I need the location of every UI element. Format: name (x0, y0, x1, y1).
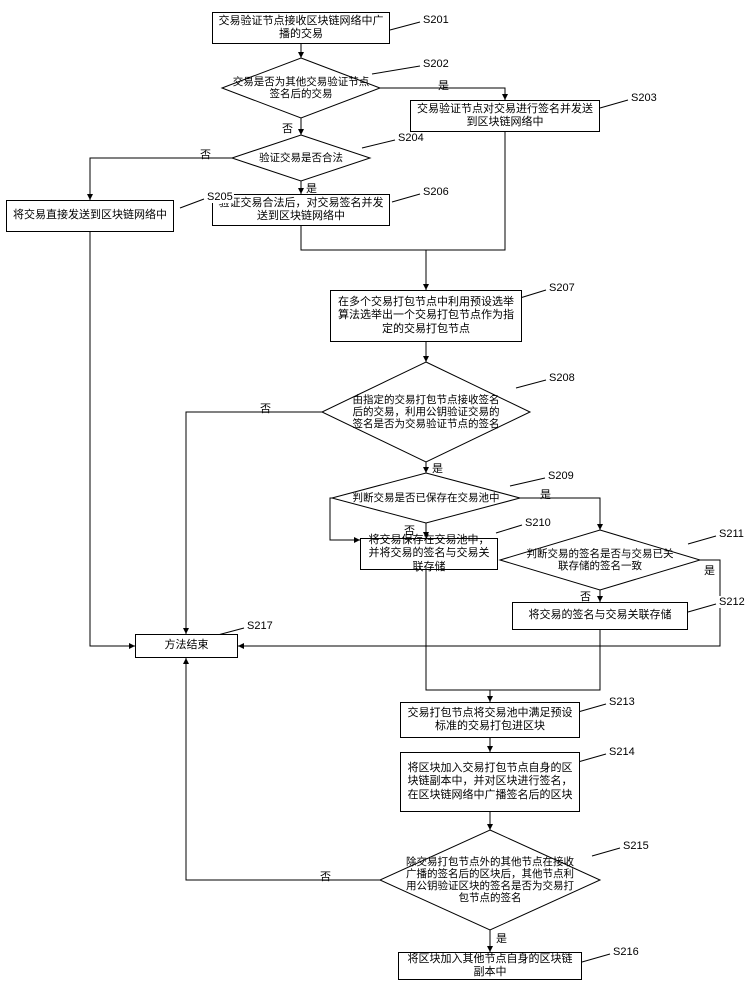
edge-no: 否 (404, 522, 415, 538)
text: 判断交易的签名是否与交易已关联存储的签名一致 (500, 548, 700, 572)
step-s216: 将区块加入其他节点自身的区块链副本中 (398, 952, 582, 980)
text: 方法结束 (165, 639, 209, 652)
text: 验证交易是否合法 (249, 152, 353, 164)
step-s210: 将交易保存在交易池中，并将交易的签名与交易关联存储 (360, 538, 498, 570)
step-s207: 在多个交易打包节点中利用预设选举算法选举出一个交易打包节点作为指定的交易打包节点 (330, 290, 522, 342)
edge-yes: 是 (438, 77, 449, 93)
edge-yes: 是 (540, 486, 551, 502)
edge-yes: 是 (432, 460, 443, 476)
step-s206: 验证交易合法后，对交易签名并发送到区块链网络中 (212, 194, 390, 226)
step-s212: 将交易的签名与交易关联存储 (512, 602, 688, 630)
step-s201: 交易验证节点接收区块链网络中广播的交易 (212, 12, 390, 44)
text: 判断交易是否已保存在交易池中 (343, 492, 510, 504)
decision-s208: 由指定的交易打包节点接收签名后的交易，利用公钥验证交易的签名是否为交易验证节点的… (322, 362, 530, 462)
text: 将区块加入交易打包节点自身的区块链副本中，并对区块进行签名，在区块链网络中广播签… (405, 762, 575, 802)
step-s205: 将交易直接发送到区块链网络中 (6, 200, 174, 232)
tag-s207: S207 (548, 282, 576, 294)
text: 将交易保存在交易池中，并将交易的签名与交易关联存储 (365, 534, 493, 574)
tag-s213: S213 (608, 696, 636, 708)
tag-s205: S205 (206, 191, 234, 203)
tag-s204: S204 (397, 132, 425, 144)
edge-no: 否 (260, 400, 271, 416)
tag-s202: S202 (422, 58, 450, 70)
tag-s211: S211 (718, 528, 745, 540)
edge-yes: 是 (496, 930, 507, 946)
edge-yes: 是 (306, 180, 317, 196)
edge-yes: 是 (704, 562, 715, 578)
tag-s201: S201 (422, 14, 450, 26)
text: 交易验证节点接收区块链网络中广播的交易 (217, 15, 385, 41)
text: 由指定的交易打包节点接收签名后的交易，利用公钥验证交易的签名是否为交易验证节点的… (322, 394, 530, 430)
text: 交易验证节点对交易进行签名并发送到区块链网络中 (415, 103, 595, 129)
decision-s204: 验证交易是否合法 (232, 135, 370, 181)
step-s214: 将区块加入交易打包节点自身的区块链副本中，并对区块进行签名，在区块链网络中广播签… (400, 752, 580, 812)
edge-no: 否 (580, 588, 591, 604)
text: 将交易的签名与交易关联存储 (529, 609, 672, 622)
decision-s211: 判断交易的签名是否与交易已关联存储的签名一致 (500, 530, 700, 590)
text: 将区块加入其他节点自身的区块链副本中 (403, 953, 577, 979)
tag-s210: S210 (524, 517, 552, 529)
decision-s215: 除交易打包节点外的其他节点在接收广播的签名后的区块后，其他节点利用公钥验证区块的… (380, 830, 600, 930)
tag-s206: S206 (422, 186, 450, 198)
tag-s209: S209 (547, 470, 575, 482)
step-s213: 交易打包节点将交易池中满足预设标准的交易打包进区块 (400, 702, 580, 738)
tag-s203: S203 (630, 92, 658, 104)
text: 验证交易合法后，对交易签名并发送到区块链网络中 (217, 197, 385, 223)
text: 除交易打包节点外的其他节点在接收广播的签名后的区块后，其他节点利用公钥验证区块的… (380, 856, 600, 904)
step-s217: 方法结束 (135, 634, 238, 658)
step-s203: 交易验证节点对交易进行签名并发送到区块链网络中 (410, 100, 600, 132)
tag-s212: S212 (718, 596, 746, 608)
tag-s216: S216 (612, 946, 640, 958)
text: 交易打包节点将交易池中满足预设标准的交易打包进区块 (405, 707, 575, 733)
text: 将交易直接发送到区块链网络中 (13, 209, 167, 222)
text: 交易是否为其他交易验证节点签名后的交易 (222, 76, 380, 100)
tag-s208: S208 (548, 372, 576, 384)
tag-s217: S217 (246, 620, 274, 632)
edge-no: 否 (320, 868, 331, 884)
edge-no: 否 (200, 146, 211, 162)
tag-s214: S214 (608, 746, 636, 758)
tag-s215: S215 (622, 840, 650, 852)
edge-no: 否 (282, 120, 293, 136)
decision-s209: 判断交易是否已保存在交易池中 (332, 473, 520, 523)
text: 在多个交易打包节点中利用预设选举算法选举出一个交易打包节点作为指定的交易打包节点 (335, 296, 517, 336)
decision-s202: 交易是否为其他交易验证节点签名后的交易 (222, 58, 380, 118)
